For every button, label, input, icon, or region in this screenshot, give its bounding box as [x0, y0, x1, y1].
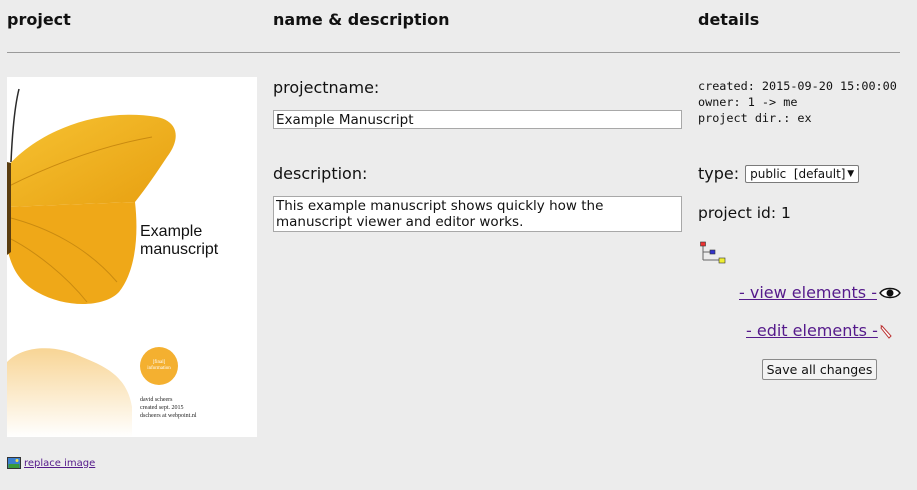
save-all-changes-button[interactable]: Save all changes — [762, 359, 877, 380]
description-textarea[interactable]: This example manuscript shows quickly ho… — [273, 196, 682, 232]
type-row: type: public [default] ▼ — [698, 164, 860, 183]
projectname-input[interactable]: Example Manuscript — [273, 110, 682, 129]
cover-credit-author: david scheers — [140, 397, 173, 403]
dropdown-arrow-icon: ▼ — [847, 168, 855, 179]
project-dir-info: project dir.: ex — [698, 111, 812, 125]
project-meta: created: 2015-09-20 15:00:00 owner: 1 -> … — [698, 78, 897, 126]
header-divider — [7, 52, 900, 53]
replace-image-link-row[interactable]: replace image — [7, 457, 95, 469]
type-label: type: — [698, 164, 740, 183]
cover-credit-created: created sept. 2015 — [140, 405, 184, 411]
cover-title: Example manuscript — [140, 223, 219, 258]
type-select[interactable]: public [default] ▼ — [745, 164, 860, 183]
edit-elements-row[interactable]: - edit elements - — [746, 321, 894, 340]
cover-credits: david scheers created sept. 2015 dscheer… — [140, 396, 196, 420]
edit-elements-link[interactable]: - edit elements - — [746, 321, 878, 340]
column-header-name-description: name & description — [273, 10, 450, 29]
image-icon[interactable] — [7, 457, 21, 469]
projectname-label: projectname: — [273, 78, 380, 97]
view-elements-link[interactable]: - view elements - — [739, 283, 877, 302]
owner-info: owner: 1 -> me — [698, 95, 798, 109]
project-cover-image: Example manuscript [final] information d… — [7, 77, 257, 437]
column-header-details: details — [698, 10, 760, 29]
eye-icon[interactable] — [879, 286, 901, 300]
project-id: project id: 1 — [698, 204, 791, 222]
cover-credit-contact: dscheers at webpoint.nl — [140, 413, 197, 419]
description-label: description: — [273, 164, 368, 183]
cover-info-circle: [final] information — [140, 347, 178, 385]
replace-image-link[interactable]: replace image — [24, 458, 95, 469]
element-tree-icon[interactable] — [700, 241, 728, 265]
view-elements-row[interactable]: - view elements - — [739, 283, 901, 302]
pencil-edit-icon[interactable] — [880, 323, 894, 339]
created-timestamp: created: 2015-09-20 15:00:00 — [698, 79, 897, 93]
column-header-project: project — [7, 10, 71, 29]
type-select-value: public [default] — [750, 166, 846, 181]
